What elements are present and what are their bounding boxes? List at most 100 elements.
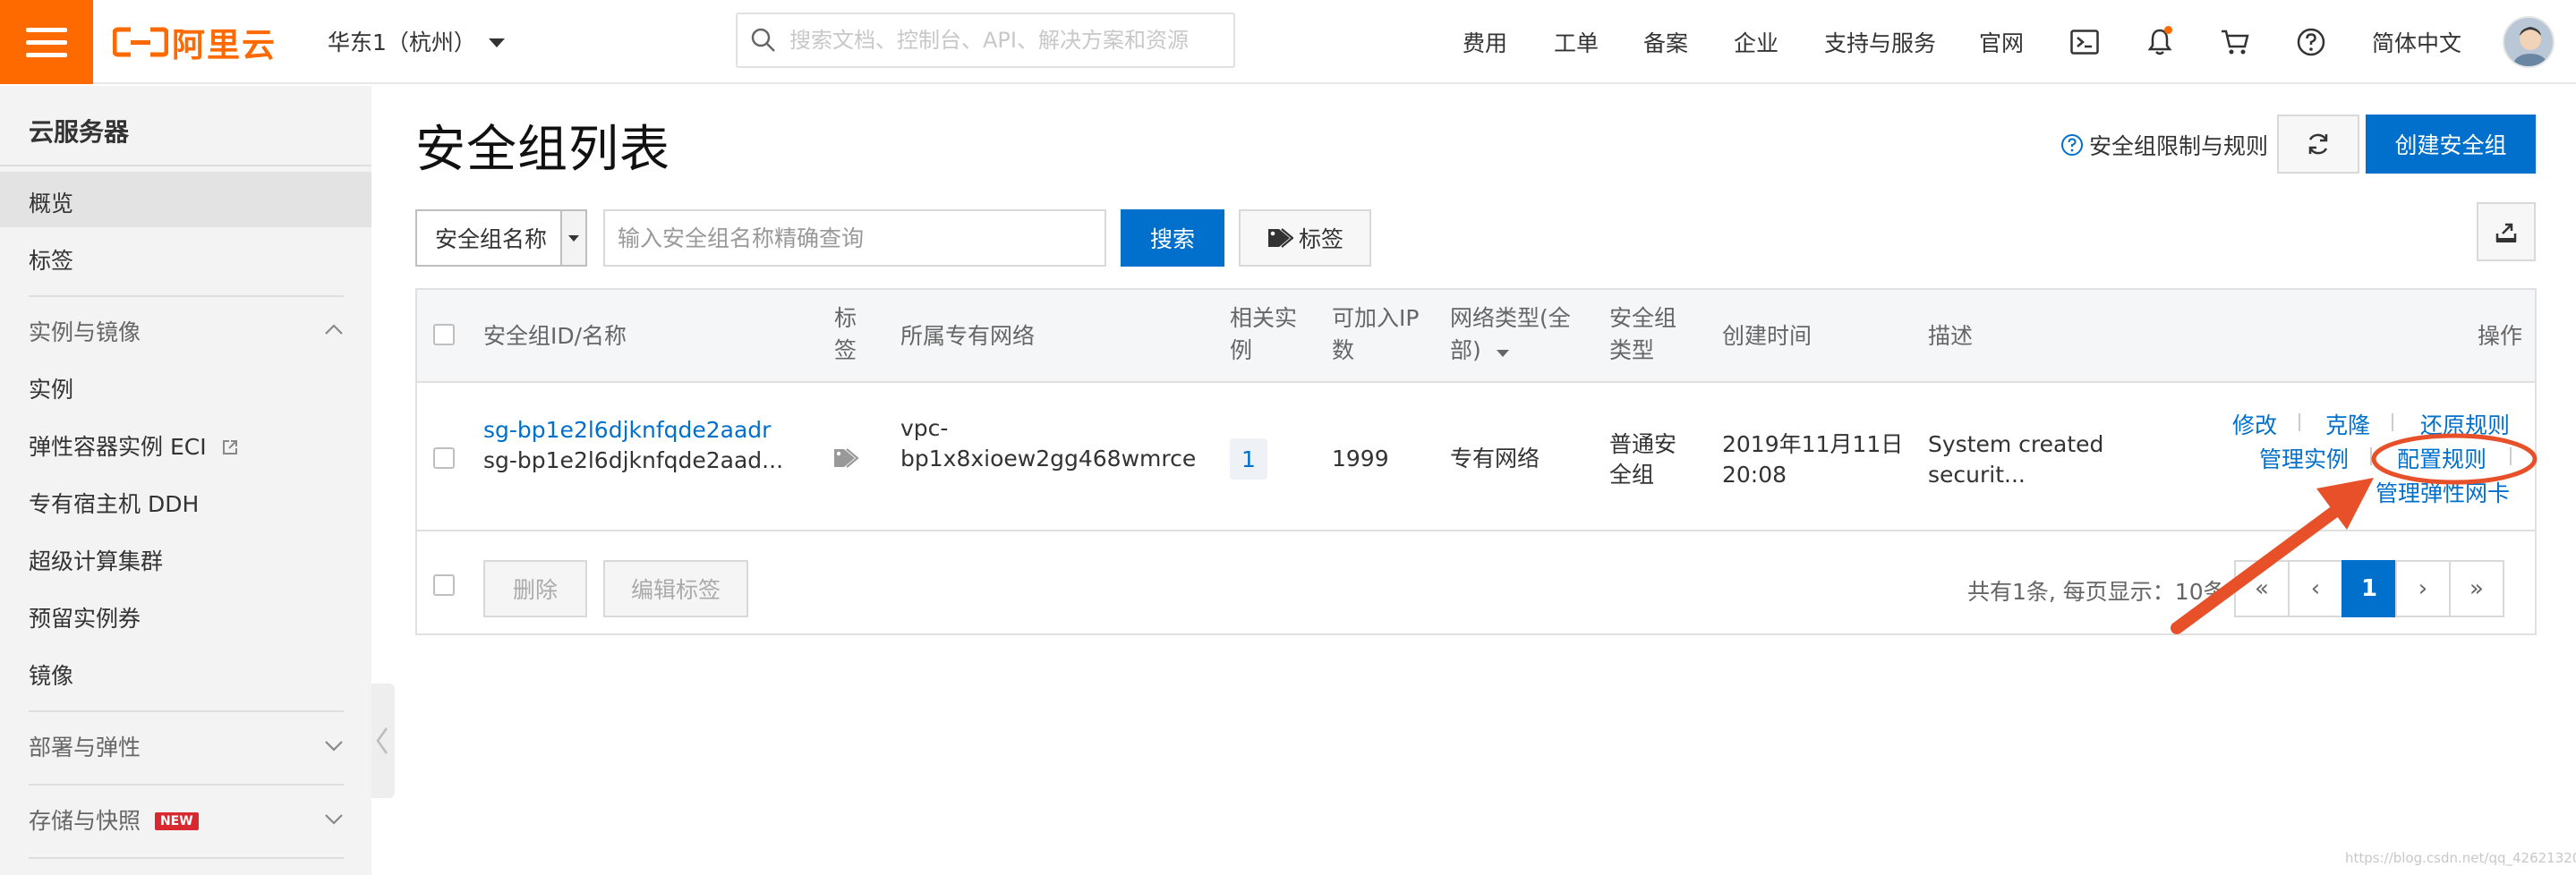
col-ip-1: 可加入IP (1332, 305, 1420, 331)
col-id-name: 安全组ID/名称 (483, 323, 627, 349)
table-footer: 删除 编辑标签 共有1条, 每页显示：10条 « ‹ 1 › » (417, 533, 2535, 633)
help-circle-icon (2061, 134, 2083, 156)
refresh-button[interactable] (2277, 115, 2359, 174)
row-checkbox[interactable] (433, 447, 455, 469)
chevron-left-icon (376, 727, 388, 754)
sidebar-group-storage-label: 存储与快照 (29, 808, 141, 834)
sidebar-collapse-handle[interactable] (371, 684, 395, 798)
nav-official-site[interactable]: 官网 (1979, 0, 2024, 84)
first-page-button[interactable]: « (2234, 560, 2290, 617)
user-avatar[interactable] (2503, 16, 2555, 68)
sidebar-item-eci[interactable]: 弹性容器实例 ECI (29, 429, 239, 462)
nav-support[interactable]: 支持与服务 (1824, 0, 1936, 84)
nav-tickets[interactable]: 工单 (1554, 0, 1599, 84)
sidebar-item-overview[interactable]: 概览 (29, 186, 73, 218)
manage-instances-link[interactable]: 管理实例 (2259, 442, 2349, 474)
filter-field-select[interactable]: 安全组名称 (415, 209, 587, 267)
search-button[interactable]: 搜索 (1121, 209, 1224, 267)
security-group-limits-link[interactable]: 安全组限制与规则 (2060, 129, 2268, 161)
security-group-name-input[interactable] (603, 209, 1106, 267)
tags-icon[interactable] (832, 446, 861, 471)
op-separator (2370, 447, 2372, 465)
tag-filter-label: 标签 (1298, 226, 1343, 252)
configure-rules-link[interactable]: 配置规则 (2397, 442, 2486, 474)
export-button[interactable] (2477, 202, 2536, 261)
select-all-checkbox[interactable] (433, 324, 455, 345)
dropdown-arrow-icon (560, 211, 585, 265)
op-separator (2510, 447, 2512, 465)
help-icon[interactable] (2291, 22, 2331, 62)
filter-caret-icon[interactable] (1496, 349, 1510, 358)
description-line-1: System created (1928, 431, 2104, 457)
logo-text: 阿里云 (172, 26, 277, 64)
chevron-down-icon[interactable] (324, 809, 344, 828)
related-instances-count[interactable]: 1 (1230, 438, 1267, 480)
chevron-up-icon[interactable] (324, 320, 344, 340)
created-date: 2019年11月11日 (1722, 431, 1904, 457)
restore-rules-link[interactable]: 还原规则 (2420, 408, 2510, 440)
bell-icon[interactable] (2140, 22, 2179, 62)
terminal-icon[interactable] (2065, 22, 2104, 62)
chevron-down-icon[interactable] (324, 735, 344, 755)
filter-field-label: 安全组名称 (435, 226, 548, 252)
nav-fees[interactable]: 费用 (1463, 0, 1507, 84)
new-badge: NEW (154, 812, 199, 830)
search-icon (751, 28, 775, 52)
col-network-type-2[interactable]: 部) (1450, 335, 1510, 366)
next-page-button[interactable]: › (2395, 560, 2451, 617)
sidebar-divider (29, 857, 344, 859)
create-security-group-button[interactable]: 创建安全组 (2366, 115, 2536, 174)
language-selector[interactable]: 简体中文 (2372, 0, 2461, 84)
security-group-name: sg-bp1e2l6djknfqde2aad... (483, 447, 784, 473)
sidebar-group-deploy[interactable]: 部署与弹性 (29, 730, 141, 762)
sidebar-item-instances[interactable]: 实例 (29, 372, 73, 404)
col-sg-type-2: 类型 (1609, 337, 1655, 363)
nav-icp[interactable]: 备案 (1643, 0, 1688, 84)
table-row: sg-bp1e2l6djknfqde2aadr sg-bp1e2l6djknfq… (417, 385, 2535, 531)
edit-tags-button[interactable]: 编辑标签 (603, 560, 748, 617)
cart-icon[interactable] (2215, 22, 2255, 62)
aliyun-logo[interactable]: 阿里云 (113, 20, 277, 64)
watermark: https://blog.csdn.net/qq_42621320 (2345, 850, 2576, 866)
notification-dot (2164, 26, 2172, 34)
col-created: 创建时间 (1722, 323, 1813, 349)
region-selector[interactable]: 华东1（杭州） (328, 25, 505, 57)
security-group-id-link[interactable]: sg-bp1e2l6djknfqde2aadr (483, 415, 771, 446)
page-1-button[interactable]: 1 (2341, 560, 2397, 617)
sidebar-title: 云服务器 (29, 117, 130, 147)
pagination-summary: 共有1条, 每页显示：10条 (1967, 579, 2226, 605)
nav-enterprise[interactable]: 企业 (1734, 0, 1778, 84)
external-link-icon (222, 440, 237, 454)
sidebar-item-reserved[interactable]: 预留实例券 (29, 601, 141, 633)
sidebar-group-instances[interactable]: 实例与镜像 (29, 315, 141, 347)
sidebar-item-ddh[interactable]: 专有宿主机 DDH (29, 487, 199, 519)
prev-page-button[interactable]: ‹ (2288, 560, 2343, 617)
delete-button[interactable]: 删除 (483, 560, 587, 617)
sg-type-line-2: 全组 (1609, 462, 1655, 488)
col-network-type-1[interactable]: 网络类型(全 (1450, 302, 1571, 334)
global-search-input[interactable] (789, 28, 1201, 53)
caret-down-icon (488, 38, 505, 47)
sidebar-group-storage[interactable]: 存储与快照 NEW (29, 803, 199, 836)
hamburger-menu-button[interactable] (0, 0, 93, 84)
manage-eni-link[interactable]: 管理弹性网卡 (2376, 476, 2510, 508)
col-network-type-2-label: 部) (1450, 337, 1481, 363)
footer-select-all-checkbox[interactable] (433, 574, 455, 596)
refresh-icon (2308, 133, 2328, 155)
table-header: 安全组ID/名称 标 签 所属专有网络 相关实 例 可加入IP 数 网络类型(全… (417, 290, 2535, 383)
last-page-button[interactable]: » (2449, 560, 2504, 617)
col-instances-2: 例 (1230, 337, 1253, 363)
clone-link[interactable]: 克隆 (2325, 408, 2370, 440)
tag-filter-button[interactable]: 标签 (1239, 209, 1371, 267)
modify-link[interactable]: 修改 (2232, 408, 2277, 440)
sidebar-item-images[interactable]: 镜像 (29, 658, 73, 691)
op-separator (2392, 413, 2393, 431)
vpc-id-line-2: bp1x8xioew2gg468wmrce (900, 446, 1197, 471)
sidebar-divider (0, 165, 371, 166)
sidebar: 云服务器 概览 标签 实例与镜像 实例 弹性容器实例 ECI 专有宿主机 DDH… (0, 86, 371, 875)
global-search[interactable] (736, 13, 1235, 68)
sidebar-item-scc[interactable]: 超级计算集群 (29, 544, 163, 576)
sidebar-divider (29, 295, 344, 297)
network-type: 专有网络 (1450, 446, 1540, 471)
sidebar-item-tags[interactable]: 标签 (29, 243, 73, 276)
